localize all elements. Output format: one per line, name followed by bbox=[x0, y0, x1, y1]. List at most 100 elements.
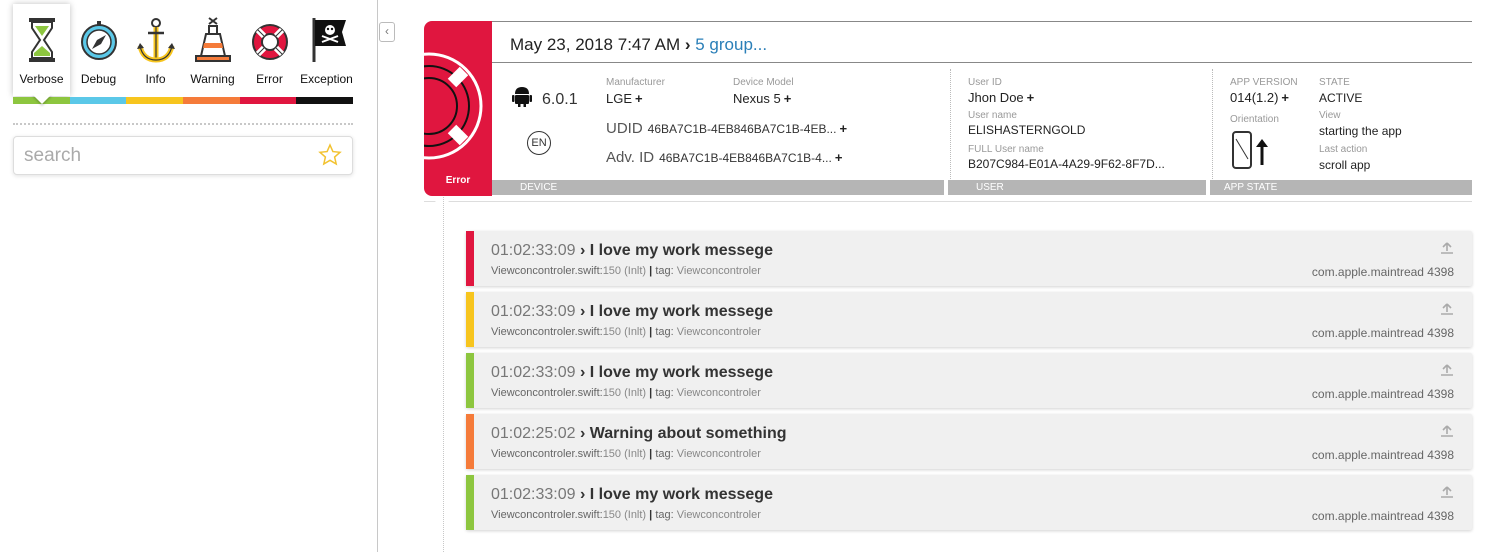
filter-info[interactable]: Info bbox=[127, 0, 184, 96]
section-divider bbox=[950, 69, 951, 181]
session-date: May 23, 2018 7:47 AM › 5 group... bbox=[510, 35, 767, 55]
filter-debug[interactable]: Debug bbox=[70, 0, 127, 96]
view: starting the app bbox=[1319, 124, 1402, 138]
level-color-strip bbox=[466, 414, 474, 469]
device-section-label: DEVICE bbox=[492, 180, 944, 195]
filter-warning[interactable]: Warning bbox=[184, 0, 241, 96]
version-value: 014(1.2) + bbox=[1230, 90, 1289, 105]
date-text: May 23, 2018 7:47 AM bbox=[510, 35, 681, 54]
header-bottom-rule bbox=[424, 201, 1472, 202]
share-icon[interactable] bbox=[1440, 424, 1454, 438]
log-line: 150 (Inlt) bbox=[602, 265, 647, 277]
manufacturer-value: LGE + bbox=[606, 91, 643, 106]
add-manufacturer-button[interactable]: + bbox=[635, 91, 643, 106]
log-tag: Viewconcontroler bbox=[676, 265, 761, 277]
user-id: Jhon Doe bbox=[968, 90, 1024, 105]
udid: 46BA7C1B-4EB846BA7C1B-4EB... bbox=[647, 122, 837, 136]
share-icon[interactable] bbox=[1440, 241, 1454, 255]
color-error bbox=[239, 97, 297, 104]
full-name: B207C984-E01A-4A29-9F62-8F7D... bbox=[968, 157, 1165, 171]
log-thread: com.apple.maintread 4398 bbox=[1311, 326, 1454, 340]
last-action: scroll app bbox=[1319, 158, 1371, 172]
add-adv-id-button[interactable]: + bbox=[835, 150, 843, 165]
session-header: Error May 23, 2018 7:47 AM › 5 group... … bbox=[424, 21, 1472, 197]
model-value: Nexus 5 + bbox=[733, 91, 791, 106]
level-color-strip bbox=[466, 292, 474, 347]
log-entry[interactable]: 01:02:33:09 › I love my work messege Vie… bbox=[466, 353, 1472, 408]
add-version-button[interactable]: + bbox=[1281, 90, 1289, 105]
udid-row: UDID 46BA7C1B-4EB846BA7C1B-4EB... + bbox=[606, 120, 847, 137]
log-time: 01:02:33:09 bbox=[491, 242, 576, 259]
android-icon bbox=[512, 87, 532, 107]
panel-divider bbox=[377, 0, 378, 552]
star-icon[interactable] bbox=[318, 143, 342, 167]
log-tag: Viewconcontroler bbox=[676, 448, 761, 460]
lifebuoy-icon bbox=[424, 52, 483, 160]
adv-id-row: Adv. ID 46BA7C1B-4EB846BA7C1B-4... + bbox=[606, 149, 842, 166]
collapse-panel-button[interactable]: ‹ bbox=[379, 22, 395, 42]
log-file: Viewconcontroler.swift: bbox=[491, 265, 603, 277]
log-tag: Viewconcontroler bbox=[676, 509, 761, 521]
log-message: I love my work messege bbox=[589, 364, 773, 381]
adv-label: Adv. ID bbox=[606, 149, 655, 166]
log-tag-label: tag: bbox=[655, 448, 674, 460]
section-divider bbox=[1212, 69, 1213, 181]
filter-label: Exception bbox=[300, 72, 353, 86]
group-link[interactable]: 5 group... bbox=[695, 35, 767, 54]
share-icon[interactable] bbox=[1440, 363, 1454, 377]
log-entry[interactable]: 01:02:25:02 › Warning about something Vi… bbox=[466, 414, 1472, 469]
chevron-right-icon: › bbox=[579, 486, 586, 503]
level-color-strip bbox=[466, 475, 474, 530]
manufacturer-label: Manufacturer bbox=[606, 77, 665, 88]
dotted-divider bbox=[13, 123, 353, 125]
separator: › bbox=[684, 35, 691, 54]
state: ACTIVE bbox=[1319, 91, 1363, 105]
os-version: 6.0.1 bbox=[542, 91, 578, 108]
add-udid-button[interactable]: + bbox=[839, 121, 847, 136]
level-filters: Verbose Debug Info Warning Error Excepti… bbox=[13, 0, 353, 104]
log-headline: 01:02:25:02 › Warning about something bbox=[491, 425, 787, 443]
add-user-id-button[interactable]: + bbox=[1027, 90, 1035, 105]
version: 014(1.2) bbox=[1230, 90, 1279, 105]
share-icon[interactable] bbox=[1440, 302, 1454, 316]
log-message: I love my work messege bbox=[589, 486, 773, 503]
add-model-button[interactable]: + bbox=[784, 91, 792, 106]
log-time: 01:02:33:09 bbox=[491, 364, 576, 381]
log-entry[interactable]: 01:02:33:09 › I love my work messege Vie… bbox=[466, 292, 1472, 347]
model: Nexus 5 bbox=[733, 91, 781, 106]
log-meta: Viewconcontroler.swift:150 (Inlt) | tag:… bbox=[491, 326, 761, 338]
log-thread: com.apple.maintread 4398 bbox=[1311, 387, 1454, 401]
log-thread: com.apple.maintread 4398 bbox=[1311, 448, 1454, 462]
filter-exception[interactable]: Exception bbox=[298, 0, 355, 96]
log-meta: Viewconcontroler.swift:150 (Inlt) | tag:… bbox=[491, 448, 761, 460]
user-section-label: USER bbox=[948, 180, 1206, 195]
compass-icon bbox=[81, 21, 117, 60]
filter-panel: Verbose Debug Info Warning Error Excepti… bbox=[0, 0, 378, 552]
filter-label: Verbose bbox=[19, 72, 64, 86]
log-file: Viewconcontroler.swift: bbox=[491, 448, 603, 460]
log-tag: Viewconcontroler bbox=[676, 387, 761, 399]
log-time: 01:02:33:09 bbox=[491, 303, 576, 320]
log-meta: Viewconcontroler.swift:150 (Inlt) | tag:… bbox=[491, 265, 761, 277]
filter-verbose[interactable]: Verbose bbox=[13, 4, 70, 96]
adv-id: 46BA7C1B-4EB846BA7C1B-4... bbox=[659, 151, 832, 165]
filter-error[interactable]: Error bbox=[241, 0, 298, 96]
log-time: 01:02:25:02 bbox=[491, 425, 576, 442]
manufacturer: LGE bbox=[606, 91, 633, 106]
log-message: Warning about something bbox=[589, 425, 787, 442]
log-entry[interactable]: 01:02:33:09 › I love my work messege Vie… bbox=[466, 231, 1472, 286]
chevron-right-icon: › bbox=[579, 303, 586, 320]
orientation-label: Orientation bbox=[1230, 114, 1279, 125]
active-filter-pointer bbox=[32, 94, 52, 104]
search-input[interactable] bbox=[24, 143, 304, 169]
log-entry[interactable]: 01:02:33:09 › I love my work messege Vie… bbox=[466, 475, 1472, 530]
share-icon[interactable] bbox=[1440, 485, 1454, 499]
color-warning bbox=[183, 97, 240, 104]
last-action-label: Last action bbox=[1319, 144, 1368, 155]
log-headline: 01:02:33:09 › I love my work messege bbox=[491, 242, 773, 260]
app-state-section-label: APP STATE bbox=[1210, 180, 1472, 195]
log-headline: 01:02:33:09 › I love my work messege bbox=[491, 303, 773, 321]
chevron-right-icon: › bbox=[579, 242, 586, 259]
hourglass-icon bbox=[29, 18, 55, 62]
log-line: 150 (Inlt) bbox=[602, 509, 647, 521]
